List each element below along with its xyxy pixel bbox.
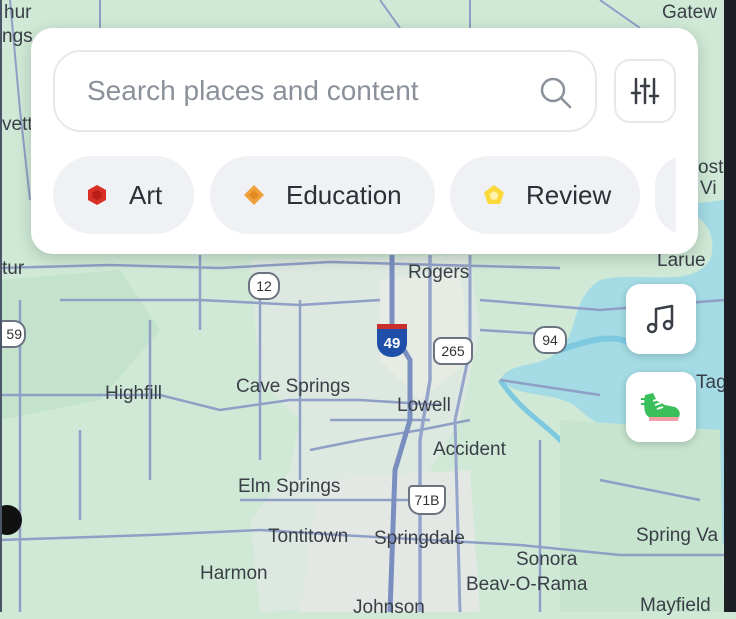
place-label: vett [2, 114, 33, 135]
place-label: Beav-O-Rama [466, 574, 588, 595]
route-shield: 12 [248, 272, 280, 300]
place-label: Highfill [105, 383, 163, 404]
route-shield: 94 [533, 326, 567, 354]
window-scrollbar[interactable] [724, 0, 736, 612]
hexagon-icon [88, 185, 106, 205]
search-input[interactable] [85, 74, 509, 108]
place-label: Springdale [374, 528, 465, 549]
chip-label: Review [526, 179, 612, 210]
place-label: Tag [696, 372, 727, 393]
chip-art[interactable]: Art [53, 156, 194, 234]
place-label: Lowell [397, 395, 451, 416]
chip-more[interactable] [655, 156, 676, 234]
place-label: hur [4, 2, 32, 23]
place-label: tur [2, 258, 25, 279]
pentagon-icon [484, 185, 504, 204]
place-label: ost [698, 157, 724, 178]
place-label: Elm Springs [238, 476, 341, 497]
chip-education[interactable]: Education [210, 156, 435, 234]
sneaker-icon [641, 393, 680, 421]
search-panel: Art Education Review [31, 28, 698, 254]
chip-review[interactable]: Review [450, 156, 640, 234]
place-label: Rogers [408, 262, 470, 283]
place-label: Cave Springs [236, 376, 351, 397]
place-label: Johnson [353, 597, 425, 618]
category-chips: Art Education Review [53, 156, 676, 234]
diamond-icon [244, 185, 264, 205]
search-icon[interactable] [539, 76, 573, 110]
place-label: Gatew [662, 2, 717, 23]
route-shield: 59 [0, 320, 26, 348]
place-label: Accident [433, 439, 506, 460]
interstate-shield: 49 [377, 324, 407, 357]
place-label: Harmon [200, 563, 268, 584]
sliders-icon [630, 77, 660, 105]
filter-button[interactable] [614, 59, 676, 123]
music-button[interactable] [626, 284, 696, 354]
route-shield: 265 [433, 337, 473, 365]
place-label: Spring Va [636, 525, 719, 546]
place-label: ngs [2, 26, 33, 47]
place-label: Tontitown [268, 526, 349, 547]
route-shield: 71B [408, 485, 446, 515]
left-edge [0, 0, 2, 612]
music-note-icon [646, 304, 674, 334]
chip-label: Art [129, 179, 163, 210]
place-label: Mayfield [640, 595, 711, 616]
search-box[interactable] [53, 50, 597, 132]
chip-label: Education [286, 179, 402, 210]
activity-button[interactable] [626, 372, 696, 442]
place-label: Vi [700, 178, 717, 199]
place-label: Sonora [516, 549, 578, 570]
